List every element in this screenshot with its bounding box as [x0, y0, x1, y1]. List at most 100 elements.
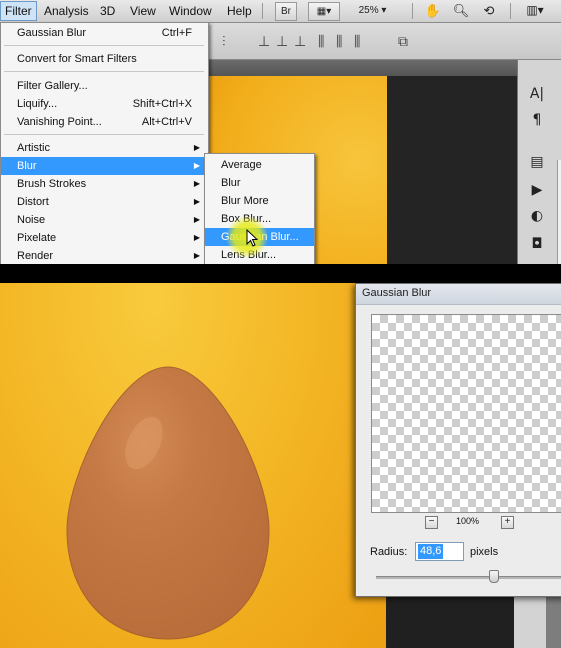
menu-item-label: Vanishing Point... — [17, 116, 102, 128]
radius-input[interactable]: 48,6 — [415, 542, 464, 561]
menu-view[interactable]: View — [126, 3, 160, 19]
hand-tool-icon[interactable]: ✋ — [424, 2, 442, 19]
document-tab-strip — [195, 60, 517, 76]
menu-item-artistic[interactable]: Artistic ▶ — [1, 139, 208, 157]
zoom-level: 25% — [358, 5, 379, 16]
distribute-icon[interactable]: ⊥ — [294, 34, 306, 50]
pasteboard — [387, 76, 517, 264]
menu-filter[interactable]: Filter — [0, 1, 37, 21]
submenu-item-blur-more[interactable]: Blur More — [205, 192, 314, 210]
submenu-item-label: Average — [221, 159, 262, 171]
zoom-in-button[interactable]: + — [501, 516, 514, 529]
submenu-arrow-icon: ▶ — [193, 197, 200, 206]
distribute-icon[interactable]: ⫼ — [318, 34, 324, 50]
distribute-icon[interactable]: ⊥ — [258, 34, 270, 50]
panel-edge — [557, 160, 561, 264]
menu-separator — [412, 3, 413, 19]
distribute-icon[interactable]: ⫼ — [336, 34, 342, 50]
menu-window[interactable]: Window — [165, 3, 216, 19]
arrange-documents-icon[interactable]: ▥▾ — [520, 2, 550, 19]
submenu-arrow-icon: ▶ — [193, 179, 200, 188]
character-panel-icon[interactable]: A| — [526, 84, 548, 104]
auto-align-icon[interactable]: ⧉ — [398, 34, 408, 50]
menu-item-convert-smart-filters[interactable]: Convert for Smart Filters — [1, 50, 208, 68]
submenu-item-label: Blur More — [221, 195, 269, 207]
radius-unit: pixels — [470, 546, 499, 558]
bottom-screenshot-panel: Gaussian Blur − 100% + Radius: 48,6 pixe… — [0, 283, 561, 648]
chevron-down-icon: ▾ — [381, 5, 387, 16]
radius-slider-track[interactable] — [376, 576, 561, 579]
menu-item-shortcut: Alt+Ctrl+V — [141, 116, 192, 128]
menu-item-label: Gaussian Blur — [17, 27, 87, 39]
align-icon[interactable]: ⫶ — [222, 34, 226, 50]
filter-menu: Gaussian Blur Ctrl+F Convert for Smart F… — [0, 22, 209, 264]
submenu-item-blur[interactable]: Blur — [205, 174, 314, 192]
menu-item-distort[interactable]: Distort ▶ — [1, 193, 208, 211]
menu-item-shortcut: Shift+Ctrl+X — [132, 98, 192, 110]
menu-item-label: Convert for Smart Filters — [17, 53, 137, 65]
rotate-view-icon[interactable]: ⟲ — [480, 2, 498, 19]
clone-source-icon[interactable]: ▤ — [526, 152, 548, 172]
view-extras-dropdown[interactable]: ▦▾ — [308, 2, 340, 21]
menu-item-brush-strokes[interactable]: Brush Strokes ▶ — [1, 175, 208, 193]
adjustments-panel-icon[interactable]: ◐ — [526, 206, 548, 226]
menu-item-gaussian-blur-last[interactable]: Gaussian Blur Ctrl+F — [1, 24, 208, 42]
dialog-title: Gaussian Blur — [362, 287, 432, 299]
paragraph-panel-icon[interactable]: ¶ — [526, 110, 548, 130]
view-extras-icon: ▦▾ — [316, 6, 332, 17]
distribute-icon[interactable]: ⊥ — [276, 34, 288, 50]
menu-separator — [262, 3, 263, 19]
menu-item-noise[interactable]: Noise ▶ — [1, 211, 208, 229]
top-screenshot-panel: Filter Analysis 3D View Window Help Br ▦… — [0, 0, 561, 264]
bridge-button[interactable]: Br — [275, 2, 297, 21]
menu-separator — [4, 71, 204, 72]
actions-panel-icon[interactable]: ▶ — [526, 180, 548, 200]
radius-slider-thumb[interactable] — [489, 570, 499, 583]
screenshot-divider — [0, 264, 561, 283]
menu-item-label: Liquify... — [17, 98, 58, 110]
radius-value: 48,6 — [418, 544, 444, 559]
menu-item-label: Artistic — [17, 142, 50, 154]
submenu-arrow-icon: ▶ — [193, 161, 200, 170]
menu-bar: Filter Analysis 3D View Window Help Br ▦… — [0, 0, 561, 23]
menu-item-label: Distort — [17, 196, 49, 208]
menu-separator — [4, 134, 204, 135]
submenu-arrow-icon: ▶ — [193, 215, 200, 224]
panel-dock: A| ¶ ▤ ▶ ◐ ◘ — [517, 60, 561, 264]
menu-item-label: Blur — [17, 160, 37, 172]
preview-zoom-level: 100% — [456, 516, 480, 526]
menu-item-vanishing-point[interactable]: Vanishing Point... Alt+Ctrl+V — [1, 113, 208, 131]
zoom-out-button[interactable]: − — [425, 516, 438, 529]
menu-item-label: Noise — [17, 214, 46, 226]
menu-analysis[interactable]: Analysis — [40, 3, 93, 19]
filter-preview[interactable] — [371, 314, 561, 513]
zoom-tool-icon[interactable]: 🔍︎ — [452, 2, 470, 19]
submenu-item-label: Blur — [221, 177, 241, 189]
gaussian-blur-dialog: Gaussian Blur − 100% + Radius: 48,6 pixe… — [355, 283, 561, 597]
dialog-title-bar[interactable]: Gaussian Blur — [356, 284, 561, 305]
menu-item-liquify[interactable]: Liquify... Shift+Ctrl+X — [1, 95, 208, 113]
menu-3d[interactable]: 3D — [96, 3, 119, 19]
radius-label: Radius: — [370, 546, 408, 558]
menu-item-shortcut: Ctrl+F — [161, 27, 192, 39]
menu-item-pixelate[interactable]: Pixelate ▶ — [1, 229, 208, 247]
menu-item-filter-gallery[interactable]: Filter Gallery... — [1, 77, 208, 95]
menu-item-label: Filter Gallery... — [17, 80, 88, 92]
distribute-icon[interactable]: ⫼ — [354, 34, 360, 50]
mouse-pointer-icon — [246, 229, 258, 247]
menu-separator — [4, 45, 204, 46]
submenu-arrow-icon: ▶ — [193, 233, 200, 242]
menu-item-label: Render — [17, 250, 54, 262]
menu-separator — [510, 3, 511, 19]
menu-item-label: Pixelate — [17, 232, 57, 244]
egg-shape — [66, 366, 270, 640]
submenu-arrow-icon: ▶ — [193, 251, 200, 260]
masks-panel-icon[interactable]: ◘ — [526, 234, 548, 254]
submenu-arrow-icon: ▶ — [193, 143, 200, 152]
zoom-dropdown[interactable]: 25% ▾ — [350, 2, 395, 19]
menu-item-label: Brush Strokes — [17, 178, 87, 190]
submenu-item-average[interactable]: Average — [205, 156, 314, 174]
menu-item-render[interactable]: Render ▶ — [1, 247, 208, 264]
menu-item-blur[interactable]: Blur ▶ — [1, 157, 208, 175]
menu-help[interactable]: Help — [223, 3, 256, 19]
